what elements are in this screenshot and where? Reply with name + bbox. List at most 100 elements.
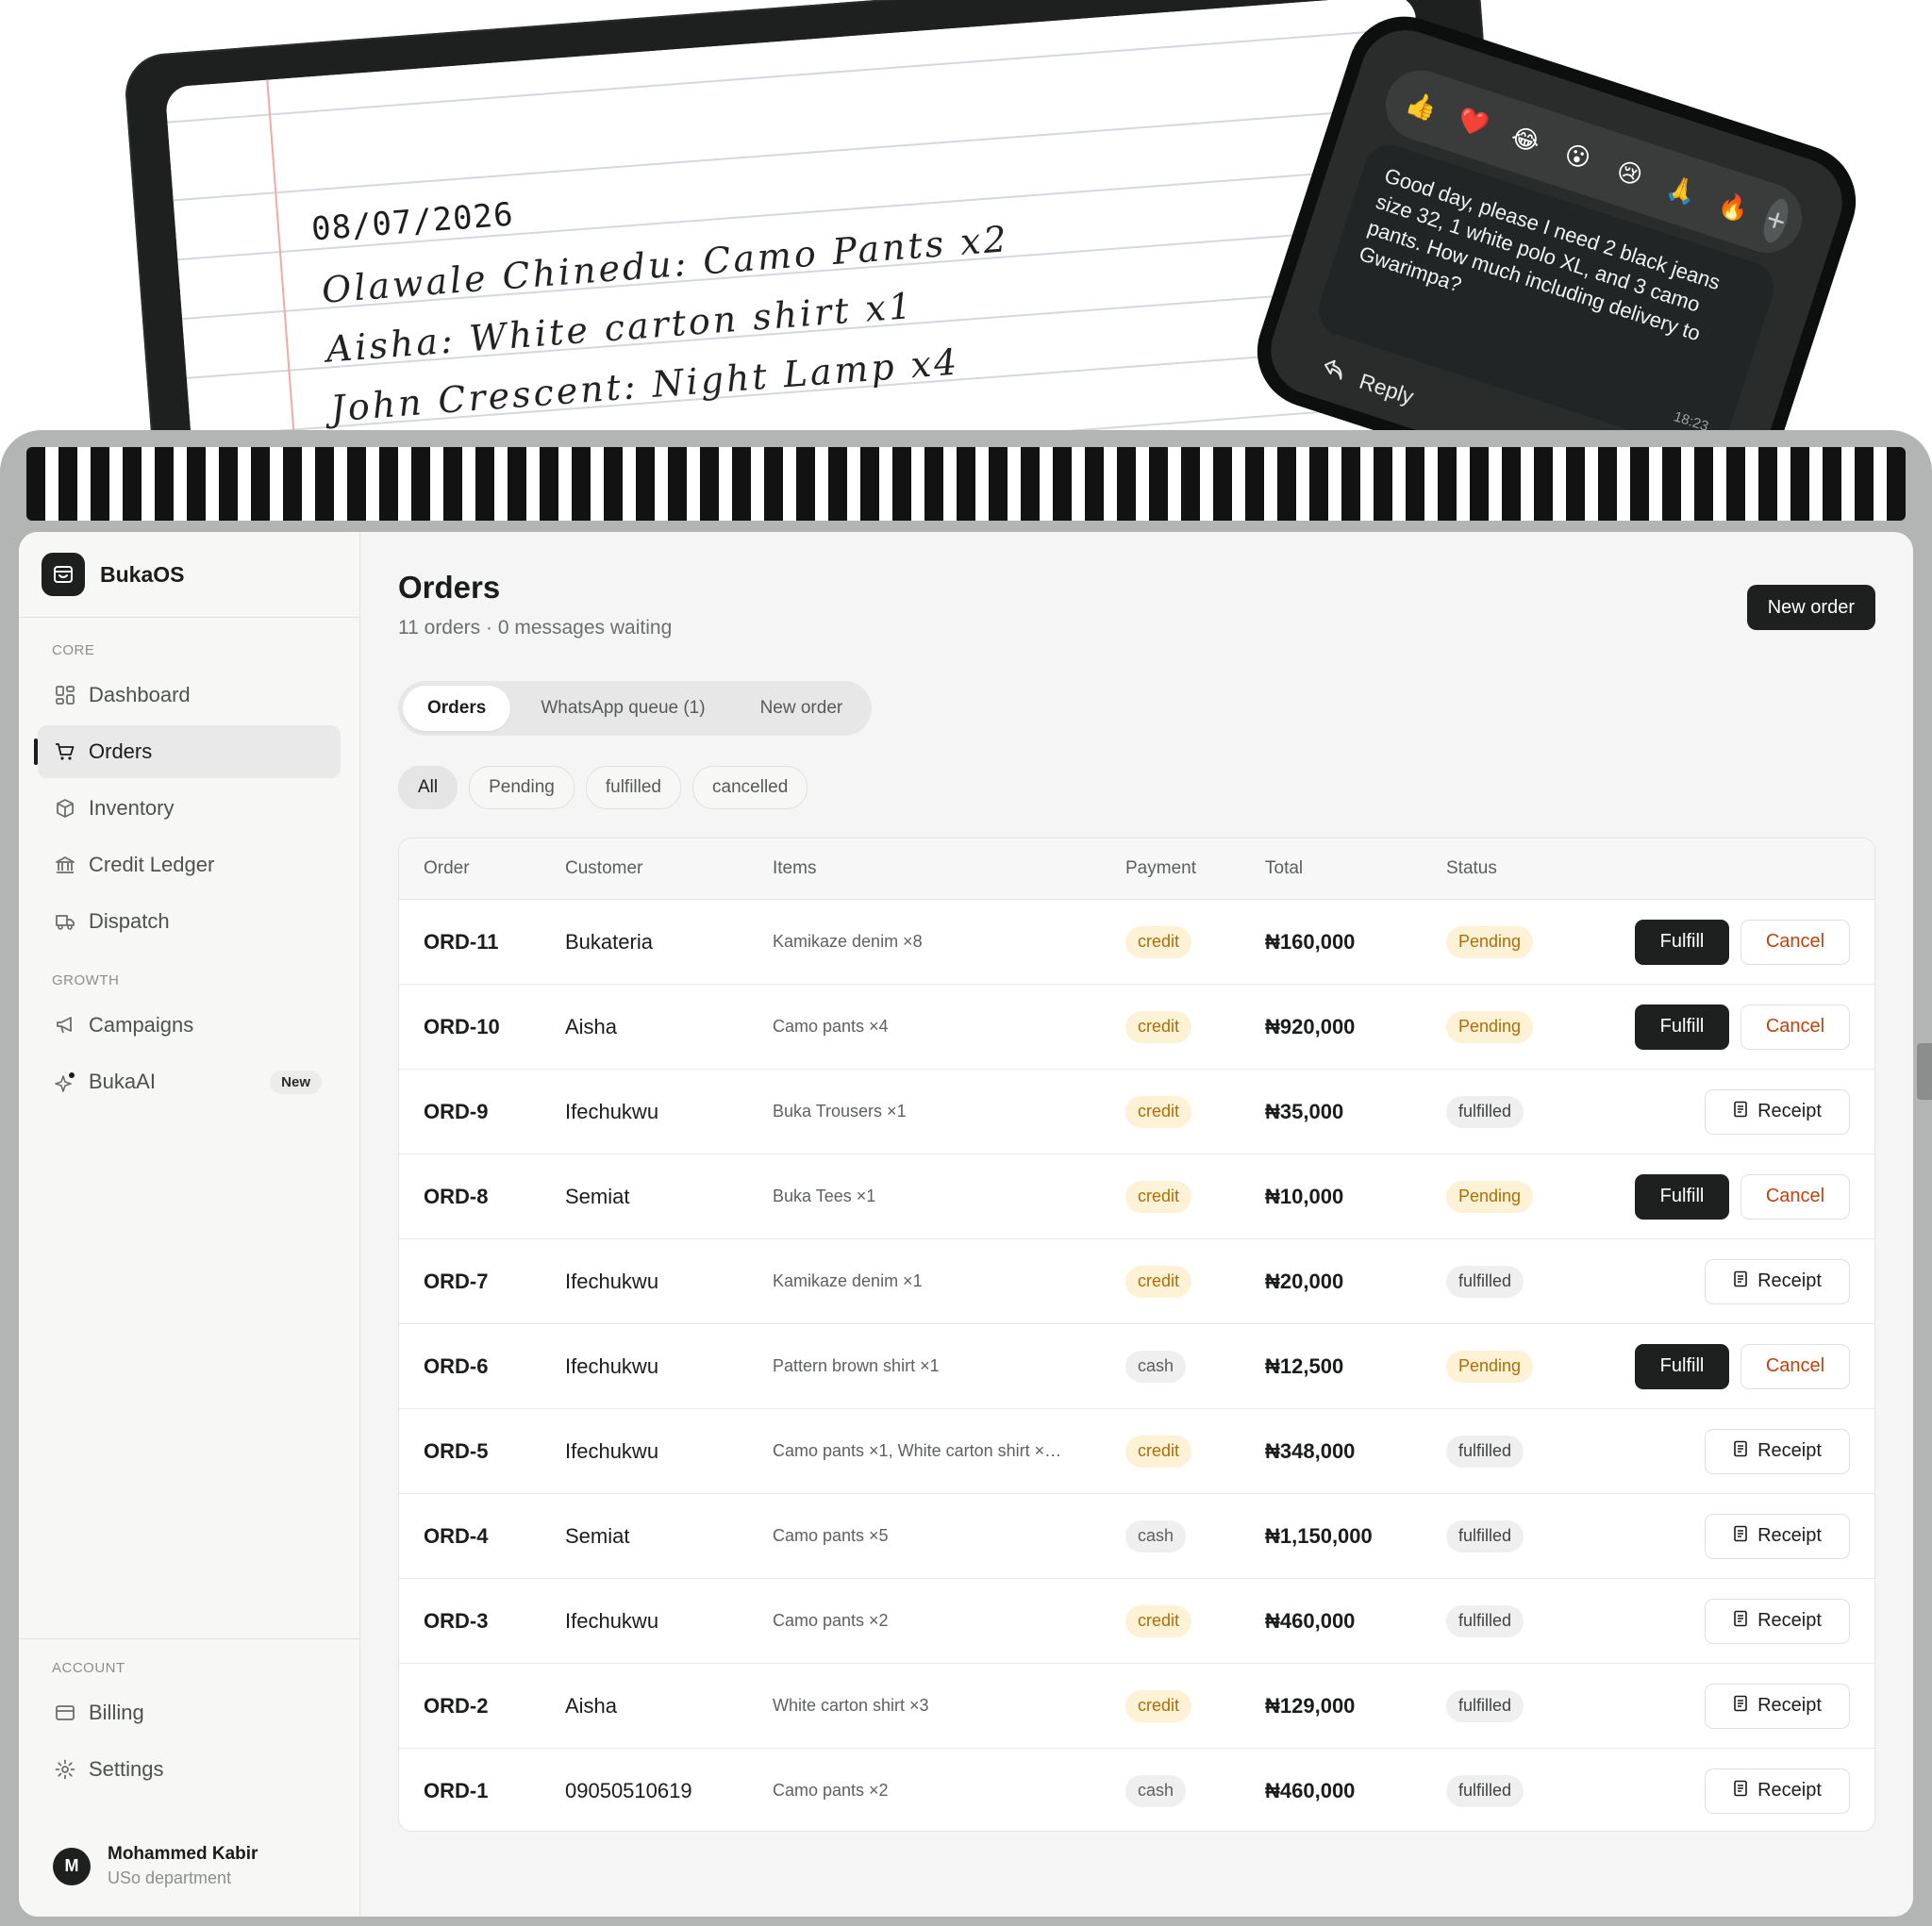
- column-header-total[interactable]: Total: [1265, 838, 1303, 899]
- column-header-customer[interactable]: Customer: [565, 838, 642, 899]
- receipt-button[interactable]: Receipt: [1705, 1768, 1850, 1814]
- customer-name: Ifechukwu: [565, 1099, 659, 1123]
- pray-emoji[interactable]: 🙏: [1656, 164, 1707, 216]
- status-cell: fulfilled: [1446, 1070, 1524, 1154]
- order-items: Buka Trousers ×1: [773, 1102, 907, 1121]
- payment-badge: credit: [1125, 925, 1192, 958]
- table-row[interactable]: ORD-3 Ifechukwu Camo pants ×2 credit ₦46…: [399, 1579, 1874, 1664]
- filter-cancelled[interactable]: cancelled: [692, 766, 808, 809]
- sidebar-item-inventory[interactable]: Inventory: [38, 782, 341, 835]
- column-header-status[interactable]: Status: [1446, 838, 1497, 899]
- order-id[interactable]: ORD-4: [424, 1494, 488, 1578]
- order-id[interactable]: ORD-6: [424, 1324, 488, 1408]
- cancel-button[interactable]: Cancel: [1740, 1004, 1850, 1050]
- order-id[interactable]: ORD-8: [424, 1154, 488, 1238]
- order-total: ₦129,000: [1265, 1693, 1356, 1718]
- column-header-items[interactable]: Items: [773, 838, 816, 899]
- tab-whatsapp-queue[interactable]: WhatsApp queue (1): [516, 686, 729, 731]
- table-row[interactable]: ORD-10 Aisha Camo pants ×4 credit ₦920,0…: [399, 985, 1874, 1070]
- cancel-button[interactable]: Cancel: [1740, 919, 1850, 965]
- payment-cell: credit: [1125, 1239, 1192, 1323]
- sidebar-item-campaigns[interactable]: Campaigns: [38, 999, 341, 1052]
- tab-orders[interactable]: Orders: [403, 686, 511, 731]
- table-row[interactable]: ORD-2 Aisha White carton shirt ×3 credit…: [399, 1664, 1874, 1749]
- note-date: 08/07/2026: [309, 195, 515, 249]
- receipt-button[interactable]: Receipt: [1705, 1683, 1850, 1729]
- fulfill-button[interactable]: Fulfill: [1635, 1173, 1729, 1220]
- table-row[interactable]: ORD-11 Bukateria Kamikaze denim ×8 credi…: [399, 900, 1874, 985]
- payment-badge: credit: [1125, 1265, 1192, 1298]
- order-id[interactable]: ORD-11: [424, 900, 498, 984]
- table-row[interactable]: ORD-4 Semiat Camo pants ×5 cash ₦1,150,0…: [399, 1494, 1874, 1579]
- fire-emoji[interactable]: 🔥: [1707, 181, 1759, 233]
- order-total: ₦160,000: [1265, 929, 1356, 954]
- order-id[interactable]: ORD-9: [424, 1070, 488, 1154]
- sidebar-item-bukaai[interactable]: BukaAI New: [38, 1055, 341, 1108]
- sidebar-item-credit-ledger[interactable]: Credit Ledger: [38, 838, 341, 891]
- table-row[interactable]: ORD-5 Ifechukwu Camo pants ×1, White car…: [399, 1409, 1874, 1494]
- filter-all[interactable]: All: [398, 766, 458, 809]
- sidebar-item-dispatch[interactable]: Dispatch: [38, 895, 341, 948]
- column-header-payment[interactable]: Payment: [1125, 838, 1196, 899]
- status-cell: fulfilled: [1446, 1749, 1524, 1831]
- nav-core: CORE Dashboard Orders Inventory Credit L…: [19, 640, 359, 948]
- sidebar-item-dashboard[interactable]: Dashboard: [38, 669, 341, 722]
- receipt-button[interactable]: Receipt: [1705, 1598, 1850, 1644]
- table-row[interactable]: ORD-7 Ifechukwu Kamikaze denim ×1 credit…: [399, 1239, 1874, 1324]
- fulfill-button[interactable]: Fulfill: [1635, 1343, 1729, 1389]
- fulfill-button[interactable]: Fulfill: [1635, 1004, 1729, 1050]
- cancel-button[interactable]: Cancel: [1740, 1343, 1850, 1389]
- payment-cell: credit: [1125, 1664, 1192, 1748]
- receipt-button[interactable]: Receipt: [1705, 1428, 1850, 1474]
- brand[interactable]: BukaOS: [19, 532, 359, 618]
- filter-pending[interactable]: Pending: [469, 766, 575, 809]
- table-row[interactable]: ORD-6 Ifechukwu Pattern brown shirt ×1 c…: [399, 1324, 1874, 1409]
- table-body: ORD-11 Bukateria Kamikaze denim ×8 credi…: [399, 900, 1874, 1831]
- sidebar-item-billing[interactable]: Billing: [38, 1686, 341, 1739]
- receipt-button[interactable]: Receipt: [1705, 1258, 1850, 1304]
- user-profile[interactable]: M Mohammed Kabir USo department: [53, 1844, 258, 1888]
- receipt-button[interactable]: Receipt: [1705, 1513, 1850, 1559]
- table-row[interactable]: ORD-9 Ifechukwu Buka Trousers ×1 credit …: [399, 1070, 1874, 1154]
- payment-cell: credit: [1125, 900, 1192, 984]
- receipt-label: Receipt: [1757, 1610, 1822, 1631]
- device-frame: BukaOS CORE Dashboard Orders Inventory C…: [0, 430, 1932, 1926]
- order-id[interactable]: ORD-2: [424, 1664, 488, 1748]
- thumbs-up-emoji[interactable]: 👍: [1395, 79, 1447, 131]
- status-badge: fulfilled: [1446, 1519, 1524, 1552]
- customer-name: Ifechukwu: [565, 1438, 659, 1463]
- row-actions: Fulfill Cancel: [1635, 1154, 1850, 1238]
- receipt-label: Receipt: [1757, 1270, 1822, 1291]
- order-id[interactable]: ORD-7: [424, 1239, 488, 1323]
- column-header-order[interactable]: Order: [424, 838, 470, 899]
- receipt-button[interactable]: Receipt: [1705, 1088, 1850, 1135]
- scrollbar-thumb[interactable]: [1917, 1043, 1932, 1100]
- orders-table: Order Customer Items Payment Total Statu…: [398, 838, 1875, 1832]
- order-id[interactable]: ORD-3: [424, 1579, 488, 1663]
- sidebar-item-settings[interactable]: Settings: [38, 1743, 341, 1796]
- customer-name: Ifechukwu: [565, 1353, 659, 1378]
- table-row[interactable]: ORD-8 Semiat Buka Tees ×1 credit ₦10,000…: [399, 1154, 1874, 1239]
- fulfill-button[interactable]: Fulfill: [1635, 919, 1729, 965]
- filter-fulfilled[interactable]: fulfilled: [585, 766, 682, 809]
- sidebar-item-orders[interactable]: Orders: [34, 725, 341, 778]
- sidebar-item-label: Inventory: [89, 796, 175, 820]
- order-total: ₦460,000: [1265, 1608, 1356, 1633]
- new-order-button[interactable]: New order: [1746, 585, 1875, 630]
- tab-new-order[interactable]: New order: [736, 686, 868, 731]
- cancel-button[interactable]: Cancel: [1740, 1173, 1850, 1220]
- order-id[interactable]: ORD-10: [424, 985, 500, 1069]
- status-badge: Pending: [1446, 1350, 1534, 1383]
- order-items: Kamikaze denim ×8: [773, 932, 923, 951]
- plus-icon[interactable]: +: [1758, 195, 1793, 246]
- row-actions: Receipt: [1705, 1494, 1850, 1578]
- tab-bar: Orders WhatsApp queue (1) New order: [398, 681, 873, 736]
- heart-emoji[interactable]: ❤️: [1447, 96, 1499, 148]
- payment-cell: credit: [1125, 1154, 1192, 1238]
- laughing-emoji[interactable]: 😂: [1500, 113, 1552, 165]
- order-id[interactable]: ORD-1: [424, 1749, 488, 1831]
- table-row[interactable]: ORD-1 09050510619 Camo pants ×2 cash ₦46…: [399, 1749, 1874, 1831]
- order-id[interactable]: ORD-5: [424, 1409, 488, 1493]
- surprised-emoji[interactable]: 😮: [1552, 130, 1604, 182]
- crying-emoji[interactable]: 😢: [1604, 147, 1656, 199]
